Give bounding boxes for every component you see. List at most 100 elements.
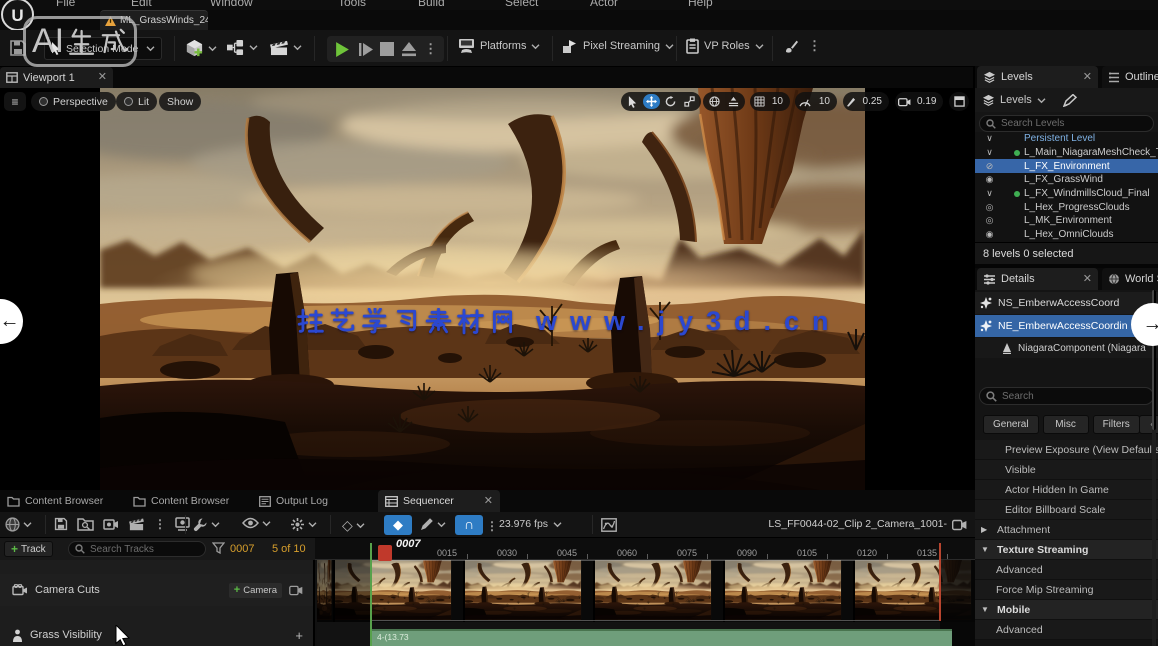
keyframe-options-dropdown[interactable]: ◇ <box>342 517 365 534</box>
details-component-row[interactable]: NiagaraComponent (Niagara <box>975 338 1158 358</box>
perspective-dropdown[interactable]: Perspective <box>31 92 116 111</box>
level-row[interactable]: ∨ Persistent Level <box>975 132 1158 146</box>
details-filter-button[interactable]: Filters <box>1093 415 1140 434</box>
render-movie-icon[interactable] <box>103 517 119 531</box>
property-row[interactable]: Advanced <box>975 620 1158 640</box>
close-icon[interactable]: ✕ <box>98 72 107 83</box>
level-row[interactable]: ⊘ L_FX_Environment <box>975 159 1158 173</box>
tab-levels[interactable]: Levels ✕ <box>977 66 1098 88</box>
sequence-browse-dropdown[interactable] <box>5 517 32 532</box>
level-row[interactable]: ∨ L_Main_NiagaraMeshCheck_Tut <box>975 146 1158 160</box>
filmstrip-thumbnail[interactable] <box>725 560 855 622</box>
scale-snap-value[interactable]: 0.25 <box>859 96 886 107</box>
close-icon[interactable]: ✕ <box>484 496 493 507</box>
skip-ahead-icon[interactable] <box>358 42 374 57</box>
blueprints-button[interactable] <box>226 39 258 56</box>
timeline[interactable]: 4-(13.73 <box>317 560 975 646</box>
playback-options-dropdown[interactable] <box>290 517 317 532</box>
menu-item[interactable]: Build <box>418 0 445 9</box>
bottom-tab[interactable]: Output Log ✕ <box>252 490 374 512</box>
grid-snap-value[interactable]: 10 <box>768 96 787 107</box>
curve-editor-icon[interactable] <box>601 518 617 532</box>
sequencer-kebab-icon[interactable]: ⋮ <box>154 517 166 531</box>
rotation-snap-value[interactable]: 10 <box>815 96 834 107</box>
tab-outliner[interactable]: Outliner <box>1102 66 1158 88</box>
vp-roles-dropdown[interactable]: VP Roles <box>686 38 764 54</box>
levels-search-input[interactable]: Search Levels <box>979 115 1154 132</box>
property-row[interactable]: Actor Hidden In Game <box>975 480 1158 500</box>
level-visibility-icon[interactable]: ⊘ <box>983 161 996 172</box>
level-visibility-icon[interactable]: ∨ <box>983 188 996 199</box>
world-local-toggle[interactable] <box>706 94 723 109</box>
tab-world-settings[interactable]: World Settings <box>1102 268 1158 290</box>
scale-tool-button[interactable] <box>681 94 698 109</box>
levels-dropdown-label[interactable]: Levels <box>1000 94 1032 106</box>
lit-dropdown[interactable]: Lit <box>116 92 157 111</box>
cinematics-button[interactable] <box>269 39 302 56</box>
play-options-kebab-icon[interactable]: ⋮ <box>424 41 437 57</box>
camera-speed-icon[interactable] <box>898 94 911 109</box>
snap-kebab-icon[interactable]: ⋮ <box>486 519 498 533</box>
level-visibility-icon[interactable]: ◎ <box>983 215 996 226</box>
expander-icon[interactable]: ▶ <box>981 525 991 534</box>
details-filter-button[interactable]: Misc <box>1043 415 1089 434</box>
misc-tools-kebab-icon[interactable]: ⋮ <box>808 38 821 54</box>
filmstrip-thumbnail[interactable] <box>465 560 595 622</box>
close-icon[interactable]: ✕ <box>1083 72 1092 83</box>
camera-cuts-filmstrip[interactable] <box>317 560 975 622</box>
details-search-input[interactable]: Search <box>979 387 1154 405</box>
add-section-button[interactable]: + <box>295 628 303 643</box>
edit-options-dropdown[interactable] <box>420 517 446 531</box>
filter-icon[interactable] <box>212 542 225 554</box>
playback-end-marker[interactable] <box>939 543 941 621</box>
track-search-input[interactable]: Search Tracks <box>68 541 206 557</box>
viewport-3d[interactable]: ≡ Perspective Lit Show 10 10 <box>0 88 975 490</box>
level-row[interactable]: ◎ L_MK_Environment <box>975 214 1158 228</box>
camera-speed-value[interactable]: 0.19 <box>913 96 940 107</box>
level-row[interactable]: ◉ L_Hex_OmniClouds <box>975 228 1158 242</box>
menu-item[interactable]: Edit <box>131 0 152 9</box>
show-dropdown[interactable]: Show <box>159 92 201 111</box>
menu-item[interactable]: Window <box>210 0 253 9</box>
auto-key-button[interactable]: ◆ <box>384 515 412 535</box>
level-visibility-icon[interactable]: ∨ <box>983 147 996 158</box>
property-row[interactable]: Editor Billboard Scale <box>975 500 1158 520</box>
fps-dropdown[interactable]: 23.976 fps <box>499 518 562 530</box>
grid-snap-icon[interactable] <box>753 94 766 109</box>
property-row[interactable]: Visible <box>975 460 1158 480</box>
playhead-marker[interactable] <box>378 545 392 561</box>
rotation-snap-icon[interactable] <box>798 94 813 109</box>
find-in-content-browser-icon[interactable] <box>77 517 94 531</box>
expander-icon[interactable]: ▼ <box>981 545 991 554</box>
create-camera-icon[interactable] <box>128 517 145 531</box>
close-icon[interactable]: ✕ <box>1083 274 1092 285</box>
tab-details[interactable]: Details ✕ <box>977 268 1098 290</box>
sequencer-settings-dropdown[interactable] <box>193 517 220 532</box>
details-filter-button[interactable]: General <box>983 415 1039 434</box>
play-icon[interactable] <box>334 41 351 58</box>
maximize-viewport-icon[interactable] <box>954 96 965 107</box>
level-row[interactable]: ◎ L_Hex_ProgressClouds <box>975 200 1158 214</box>
menu-item[interactable]: File <box>56 0 75 9</box>
playback-start-marker[interactable] <box>370 543 372 646</box>
take-recorder-icon[interactable] <box>175 517 190 531</box>
pixel-streaming-dropdown[interactable]: Pixel Streaming <box>562 38 674 54</box>
eject-icon[interactable] <box>401 42 417 57</box>
camera-lock-small-icon[interactable] <box>289 585 303 596</box>
stop-icon[interactable] <box>380 42 394 56</box>
property-row[interactable]: ▼ Texture Streaming <box>975 540 1158 560</box>
add-track-button[interactable]: + Track <box>4 541 53 557</box>
surface-snap-button[interactable] <box>725 94 742 109</box>
level-visibility-icon[interactable]: ◉ <box>983 174 996 185</box>
bottom-tab[interactable]: Content Browser ✕ <box>0 490 122 512</box>
add-camera-button[interactable]: + Camera <box>229 583 282 598</box>
view-options-dropdown[interactable] <box>242 517 271 529</box>
menu-item[interactable]: Actor <box>590 0 618 9</box>
level-row[interactable]: ◉ L_FX_GrassWind <box>975 173 1158 187</box>
property-row[interactable]: Force Mip Streaming <box>975 580 1158 600</box>
edit-level-icon[interactable] <box>1063 94 1078 107</box>
menu-item[interactable]: Tools <box>338 0 366 9</box>
level-visibility-icon[interactable]: ∨ <box>983 133 996 144</box>
bottom-tab[interactable]: Sequencer ✕ <box>378 490 500 512</box>
scale-snap-icon[interactable] <box>846 94 857 109</box>
